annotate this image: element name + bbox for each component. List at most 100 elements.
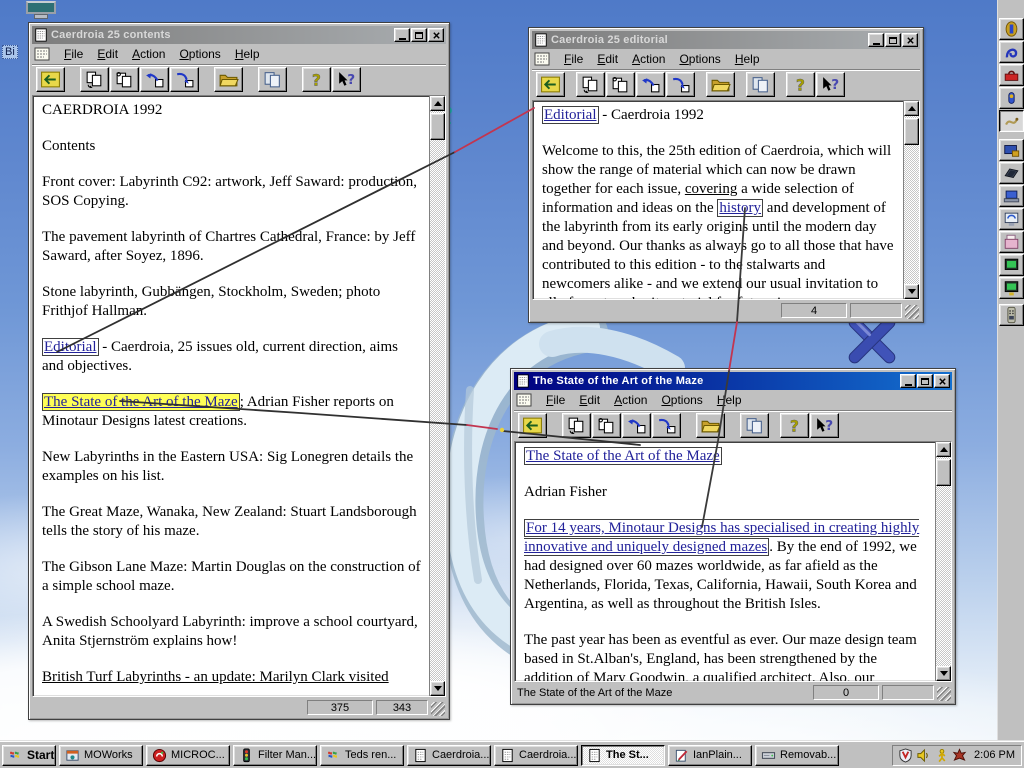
- hyperlink-state-heading[interactable]: The State of the Art of the Maze: [524, 447, 722, 465]
- open-folder-button[interactable]: [706, 72, 735, 97]
- laptop-dark-icon[interactable]: [999, 162, 1024, 184]
- hyperlink-editorial[interactable]: Editorial: [542, 106, 599, 124]
- context-help-button[interactable]: [332, 67, 361, 92]
- taskbar-button-teds[interactable]: Teds ren...: [320, 744, 404, 766]
- replace-document-button[interactable]: [592, 413, 621, 438]
- menu-action[interactable]: Action: [625, 50, 672, 68]
- menu-action[interactable]: Action: [607, 391, 654, 409]
- desktop-icon-label[interactable]: Bi: [2, 45, 18, 59]
- menu-options[interactable]: Options: [654, 391, 709, 409]
- minimize-button[interactable]: [394, 28, 410, 42]
- titlebar[interactable]: Caerdroia 25 contents: [32, 26, 446, 44]
- menu-file[interactable]: File: [539, 391, 572, 409]
- terminal-green-icon[interactable]: [999, 254, 1024, 276]
- scrollbar-thumb[interactable]: [936, 459, 951, 486]
- taskbar-button-microcosm[interactable]: MICROC...: [146, 744, 230, 766]
- scroll-down-button[interactable]: [904, 284, 919, 299]
- link-out-button[interactable]: [652, 413, 681, 438]
- virus-scan-icon[interactable]: [952, 748, 967, 763]
- copy-document-button[interactable]: [576, 72, 605, 97]
- replace-document-button[interactable]: [606, 72, 635, 97]
- menu-file[interactable]: File: [57, 45, 90, 63]
- vertical-scrollbar[interactable]: [903, 101, 919, 299]
- menu-edit[interactable]: Edit: [572, 391, 607, 409]
- menu-help[interactable]: Help: [728, 50, 767, 68]
- help-button[interactable]: [302, 67, 331, 92]
- scrollbar-track[interactable]: [936, 457, 951, 666]
- replace-document-button[interactable]: [110, 67, 139, 92]
- close-button[interactable]: [902, 33, 918, 47]
- close-button[interactable]: [428, 28, 444, 42]
- titlebar[interactable]: The State of the Art of the Maze: [514, 372, 952, 390]
- scroll-down-button[interactable]: [430, 681, 445, 696]
- link-in-button[interactable]: [140, 67, 169, 92]
- minimize-button[interactable]: [900, 374, 916, 388]
- terminal-yellow-icon[interactable]: [999, 277, 1024, 299]
- exit-door-button[interactable]: [536, 72, 565, 97]
- menu-action[interactable]: Action: [125, 45, 172, 63]
- remote-icon[interactable]: [999, 304, 1024, 326]
- menu-edit[interactable]: Edit: [90, 45, 125, 63]
- exit-door-button[interactable]: [36, 67, 65, 92]
- scrollbar-thumb[interactable]: [430, 113, 445, 140]
- pink-box-icon[interactable]: [999, 231, 1024, 253]
- hook-icon[interactable]: [999, 110, 1024, 132]
- menu-file[interactable]: File: [557, 50, 590, 68]
- vase-icon[interactable]: [999, 87, 1024, 109]
- context-help-button[interactable]: [810, 413, 839, 438]
- minimize-button[interactable]: [868, 33, 884, 47]
- hyperlink-history[interactable]: history: [717, 199, 764, 217]
- laptop-blue-icon[interactable]: [999, 185, 1024, 207]
- toolbox-icon[interactable]: [999, 64, 1024, 86]
- copy-pages-button[interactable]: [258, 67, 287, 92]
- copy-pages-button[interactable]: [740, 413, 769, 438]
- vertical-scrollbar[interactable]: [935, 442, 951, 681]
- taskbar-button-moworks[interactable]: MOWorks: [59, 744, 143, 766]
- scrollbar-track[interactable]: [430, 111, 445, 681]
- maximize-button[interactable]: [411, 28, 427, 42]
- copy-document-button[interactable]: [80, 67, 109, 92]
- desktop-monitor-icon[interactable]: [26, 0, 56, 19]
- link-in-button[interactable]: [636, 72, 665, 97]
- taskbar-button-removable[interactable]: Removab...: [755, 744, 839, 766]
- computer-gold-icon[interactable]: [999, 139, 1024, 161]
- start-button[interactable]: Start: [2, 744, 56, 766]
- taskbar-button-the-state-active[interactable]: The St...: [581, 744, 665, 766]
- close-button[interactable]: [934, 374, 950, 388]
- messenger-person-icon[interactable]: [934, 748, 949, 763]
- taskbar-button-filter-manager[interactable]: Filter Man...: [233, 744, 317, 766]
- scroll-up-button[interactable]: [904, 101, 919, 116]
- copy-pages-button[interactable]: [746, 72, 775, 97]
- taskbar-button-ianplain[interactable]: IanPlain...: [668, 744, 752, 766]
- exit-door-button[interactable]: [518, 413, 547, 438]
- menu-help[interactable]: Help: [228, 45, 267, 63]
- titlebar[interactable]: Caerdroia 25 editorial: [532, 31, 920, 49]
- scroll-down-button[interactable]: [936, 666, 951, 681]
- monitor-swirl-icon[interactable]: [999, 208, 1024, 230]
- open-folder-button[interactable]: [696, 413, 725, 438]
- link-out-button[interactable]: [170, 67, 199, 92]
- menu-edit[interactable]: Edit: [590, 50, 625, 68]
- volume-icon[interactable]: [916, 748, 931, 763]
- scroll-up-button[interactable]: [936, 442, 951, 457]
- resize-grip[interactable]: [937, 687, 951, 701]
- coil-icon[interactable]: [999, 41, 1024, 63]
- help-button[interactable]: [786, 72, 815, 97]
- scarab-icon[interactable]: [999, 18, 1024, 40]
- taskbar-button-caerdroia-1[interactable]: Caerdroia...: [407, 744, 491, 766]
- taskbar-button-caerdroia-2[interactable]: Caerdroia...: [494, 744, 578, 766]
- link-out-button[interactable]: [666, 72, 695, 97]
- vertical-scrollbar[interactable]: [429, 96, 445, 696]
- maximize-button[interactable]: [885, 33, 901, 47]
- scrollbar-track[interactable]: [904, 116, 919, 284]
- resize-grip[interactable]: [905, 305, 919, 319]
- help-button[interactable]: [780, 413, 809, 438]
- resize-grip[interactable]: [431, 702, 445, 716]
- scrollbar-thumb[interactable]: [904, 118, 919, 145]
- menu-options[interactable]: Options: [172, 45, 227, 63]
- open-folder-button[interactable]: [214, 67, 243, 92]
- link-in-button[interactable]: [622, 413, 651, 438]
- menu-help[interactable]: Help: [710, 391, 749, 409]
- menu-options[interactable]: Options: [672, 50, 727, 68]
- hyperlink-state-of-the-art[interactable]: The State of the Art of the Maze: [42, 393, 240, 411]
